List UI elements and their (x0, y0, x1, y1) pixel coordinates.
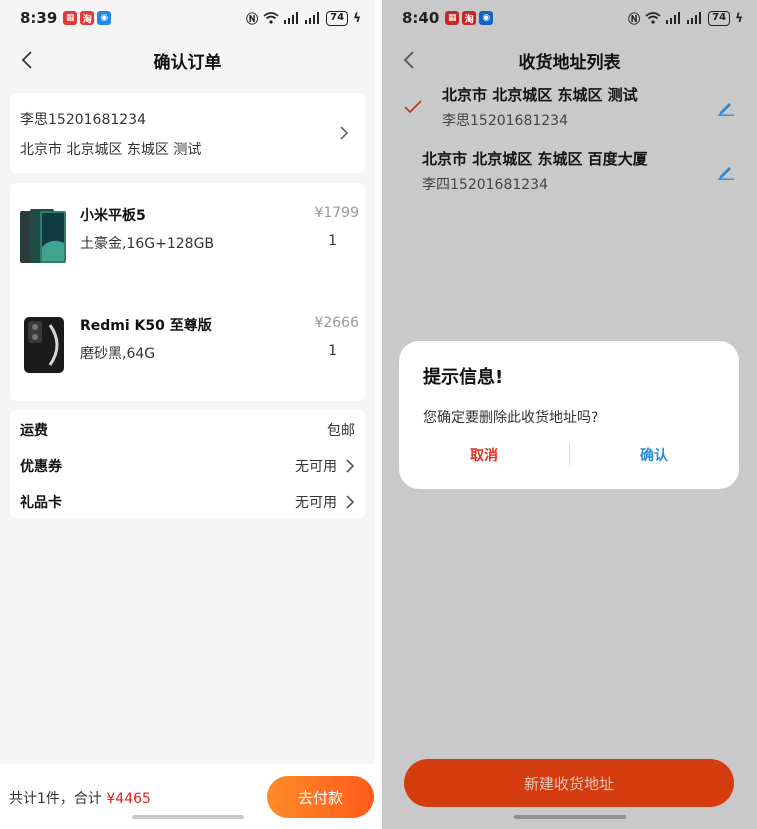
fee-label: 运费 (20, 423, 48, 439)
giftcard-row[interactable]: 礼品卡 无可用 (20, 492, 355, 512)
shipping-row: 运费 包邮 (20, 420, 355, 440)
calendar-icon: ▦ (445, 11, 460, 25)
status-time: 8:40 (402, 9, 440, 27)
fee-label: 礼品卡 (20, 495, 62, 511)
order-total: 共计1件，合计 ¥4465 (9, 788, 151, 808)
battery-icon: 74 (326, 10, 349, 26)
goods-item[interactable]: 小米平板5 土豪金,16G+128GB ¥1799 1 (10, 191, 365, 281)
address-item[interactable]: 北京市 北京城区 东城区 百度大厦 李四15201681234 (382, 146, 757, 206)
checkout-bar: 共计1件，合计 ¥4465 去付款 (0, 764, 375, 829)
address-detail: 北京市 北京城区 东城区 测试 (20, 142, 202, 158)
charging-icon: ϟ (353, 11, 361, 25)
tablet-product-image (20, 209, 66, 263)
address-item[interactable]: 北京市 北京城区 东城区 测试 李思15201681234 (382, 82, 757, 142)
nfc-icon: Ⓝ (628, 11, 641, 26)
address-contact: 李思15201681234 (20, 112, 146, 128)
goods-spec: 磨砂黑,64G (80, 346, 156, 362)
signal-icon (284, 12, 299, 24)
app-notify-icon: 淘 (462, 11, 477, 25)
edit-icon[interactable] (717, 162, 735, 180)
back-icon[interactable] (400, 50, 420, 70)
home-indicator[interactable] (131, 815, 244, 819)
address-contact: 李思15201681234 (442, 113, 568, 129)
status-bar: 8:40 ▦ 淘 ◉ Ⓝ 74 ϟ (382, 0, 757, 36)
address-title: 北京市 北京城区 东城区 百度大厦 (422, 150, 648, 168)
signal-icon (687, 12, 702, 24)
fee-card: 运费 包邮 优惠券 无可用 礼品卡 无可用 (10, 410, 365, 518)
fee-value: 无可用 (295, 495, 337, 511)
header: 收货地址列表 (382, 38, 757, 82)
goods-spec: 土豪金,16G+128GB (80, 236, 215, 252)
message-icon: ◉ (97, 11, 112, 25)
signal-icon (666, 12, 681, 24)
chevron-right-icon (340, 126, 349, 140)
goods-name: Redmi K50 至尊版 (80, 318, 212, 334)
goods-price: ¥1799 (314, 205, 359, 221)
dialog-message: 您确定要删除此收货地址吗? (423, 410, 599, 426)
status-time: 8:39 (20, 9, 58, 27)
home-indicator[interactable] (513, 815, 626, 819)
calendar-icon: ▦ (63, 11, 78, 25)
goods-item[interactable]: Redmi K50 至尊版 磨砂黑,64G ¥2666 1 (10, 301, 365, 391)
dialog-title: 提示信息! (423, 367, 504, 388)
goods-price: ¥2666 (314, 315, 359, 331)
wifi-icon (645, 12, 661, 24)
goods-name: 小米平板5 (80, 208, 146, 224)
fee-value: 无可用 (295, 459, 337, 475)
chevron-right-icon (346, 495, 355, 509)
pay-button[interactable]: 去付款 (267, 776, 374, 818)
fee-label: 优惠券 (20, 459, 62, 475)
nfc-icon: Ⓝ (246, 11, 259, 26)
goods-quantity: 1 (328, 343, 337, 359)
address-title: 北京市 北京城区 东城区 测试 (442, 86, 638, 104)
chevron-right-icon (346, 459, 355, 473)
total-amount: ¥4465 (106, 791, 151, 807)
total-prefix: 共计1件，合计 (9, 791, 102, 807)
address-contact: 李四15201681234 (422, 177, 548, 193)
phone-product-image (24, 317, 64, 373)
page-title: 确认订单 (153, 52, 222, 73)
battery-icon: 74 (708, 10, 731, 26)
fee-value: 包邮 (327, 423, 355, 439)
page-title: 收货地址列表 (518, 52, 621, 73)
address-card[interactable]: 李思15201681234 北京市 北京城区 东城区 测试 (10, 93, 365, 173)
confirm-button[interactable]: 确认 (569, 445, 739, 465)
confirm-dialog: 提示信息! 您确定要删除此收货地址吗? 取消 确认 (399, 341, 739, 489)
app-notify-icon: 淘 (80, 11, 95, 25)
message-icon: ◉ (479, 11, 494, 25)
new-address-button[interactable]: 新建收货地址 (404, 759, 734, 807)
wifi-icon (263, 12, 279, 24)
status-bar: 8:39 ▦ 淘 ◉ Ⓝ 74 ϟ (0, 0, 375, 36)
goods-card: 小米平板5 土豪金,16G+128GB ¥1799 1 Redmi K50 至尊… (10, 183, 365, 401)
header: 确认订单 (0, 38, 375, 82)
coupon-row[interactable]: 优惠券 无可用 (20, 456, 355, 476)
goods-quantity: 1 (328, 233, 337, 249)
edit-icon[interactable] (717, 98, 735, 116)
check-icon (404, 100, 422, 114)
cancel-button[interactable]: 取消 (399, 445, 569, 465)
charging-icon: ϟ (735, 11, 743, 25)
address-list-screen: 8:40 ▦ 淘 ◉ Ⓝ 74 ϟ 收货地址列表 北京市 北京城区 东城区 测试… (382, 0, 757, 829)
back-icon[interactable] (18, 50, 38, 70)
order-confirm-screen: 8:39 ▦ 淘 ◉ Ⓝ 74 ϟ 确认订单 李思15201681234 北京市… (0, 0, 375, 829)
signal-icon (305, 12, 320, 24)
